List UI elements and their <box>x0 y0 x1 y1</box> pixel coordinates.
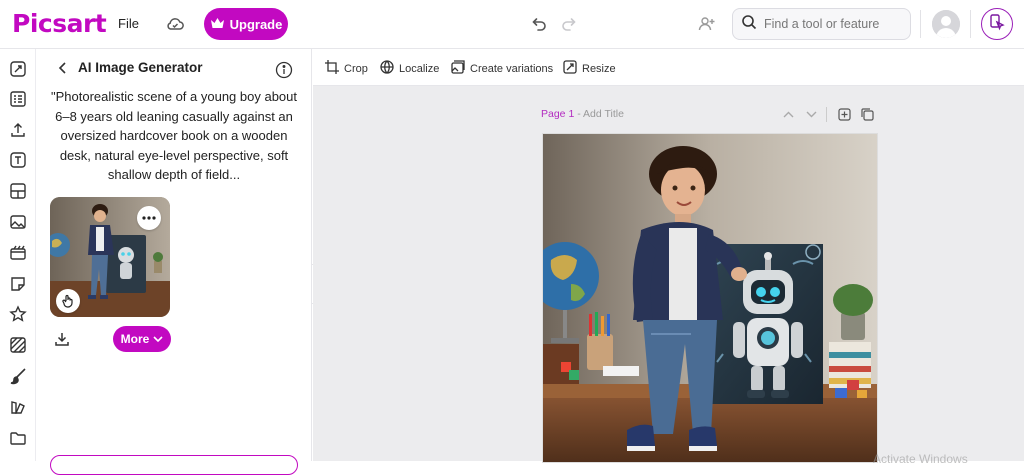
chevron-down-icon[interactable] <box>805 108 818 121</box>
page-number: Page 1 <box>541 108 575 120</box>
elements-icon[interactable] <box>9 182 27 200</box>
generate-button[interactable] <box>50 455 298 475</box>
localize-button[interactable]: Localize <box>380 60 439 77</box>
avatar[interactable] <box>932 10 960 38</box>
templates-icon[interactable] <box>9 60 27 78</box>
resize-label: Resize <box>582 62 616 75</box>
redo-icon[interactable] <box>560 14 580 34</box>
prompt-text: "Photorealistic scene of a young boy abo… <box>51 89 297 182</box>
favorites-icon[interactable] <box>9 305 27 323</box>
ai-image-generator-panel: AI Image Generator "Photorealistic scene… <box>36 49 312 475</box>
more-label: More <box>120 332 150 346</box>
crown-icon <box>210 17 225 32</box>
stickers-icon[interactable] <box>9 275 27 293</box>
divider <box>826 107 827 122</box>
folder-icon[interactable] <box>9 429 27 447</box>
file-menu[interactable]: File <box>118 16 139 31</box>
picsart-logo[interactable]: Picsart <box>12 9 107 38</box>
page-separator: - <box>574 108 584 120</box>
chevron-up-icon[interactable] <box>782 108 795 121</box>
text-icon[interactable] <box>9 151 27 169</box>
add-page-icon[interactable] <box>838 108 851 121</box>
resize-icon <box>563 60 577 77</box>
cloud-icon[interactable] <box>165 14 185 34</box>
crop-button[interactable]: Crop <box>325 60 368 77</box>
mobile-app-button[interactable] <box>981 8 1013 40</box>
info-icon[interactable] <box>275 61 293 79</box>
video-icon[interactable] <box>9 244 27 262</box>
generated-image[interactable] <box>542 133 878 463</box>
variations-icon <box>451 60 465 77</box>
chevron-down-icon <box>153 332 163 346</box>
brand-kit-icon[interactable] <box>9 398 27 416</box>
search-input[interactable] <box>764 17 904 31</box>
divider <box>970 10 971 38</box>
more-button[interactable]: More <box>113 326 171 352</box>
top-bar: Picsart File Upgrade <box>0 0 1024 49</box>
resize-button[interactable]: Resize <box>563 60 616 77</box>
upgrade-label: Upgrade <box>229 16 283 32</box>
upload-icon[interactable] <box>9 121 27 139</box>
divider <box>920 10 921 38</box>
search-box[interactable] <box>732 8 911 40</box>
background-icon[interactable] <box>9 336 27 354</box>
more-dots-icon[interactable] <box>137 206 161 230</box>
crop-icon <box>325 60 339 77</box>
photos-icon[interactable] <box>9 213 27 231</box>
page-title-input[interactable]: Add Title <box>583 108 624 120</box>
back-arrow-icon[interactable] <box>56 61 70 75</box>
page-label: Page 1 - Add Title <box>541 108 624 120</box>
search-icon <box>741 14 757 35</box>
mobile-app-icon <box>988 13 1006 36</box>
create-variations-button[interactable]: Create variations <box>451 60 553 77</box>
localize-icon <box>380 60 394 77</box>
layout-icon[interactable] <box>9 90 27 108</box>
hand-pointer-icon[interactable] <box>56 289 80 313</box>
add-user-icon[interactable] <box>697 14 717 34</box>
panel-title: AI Image Generator <box>78 60 203 75</box>
crop-label: Crop <box>344 62 368 75</box>
duplicate-page-icon[interactable] <box>861 108 874 121</box>
create-variations-label: Create variations <box>470 62 554 75</box>
download-icon[interactable] <box>50 327 74 351</box>
left-tool-rail <box>0 49 36 461</box>
undo-icon[interactable] <box>528 14 548 34</box>
upgrade-button[interactable]: Upgrade <box>204 8 288 40</box>
windows-activation-watermark: Activate Windows <box>873 452 968 466</box>
canvas-area: Page 1 - Add Title Activate Windows <box>313 86 1024 466</box>
brush-icon[interactable] <box>9 367 27 385</box>
localize-label: Localize <box>399 62 440 75</box>
image-toolbar: Crop Localize Create variations Resize <box>313 49 1024 86</box>
